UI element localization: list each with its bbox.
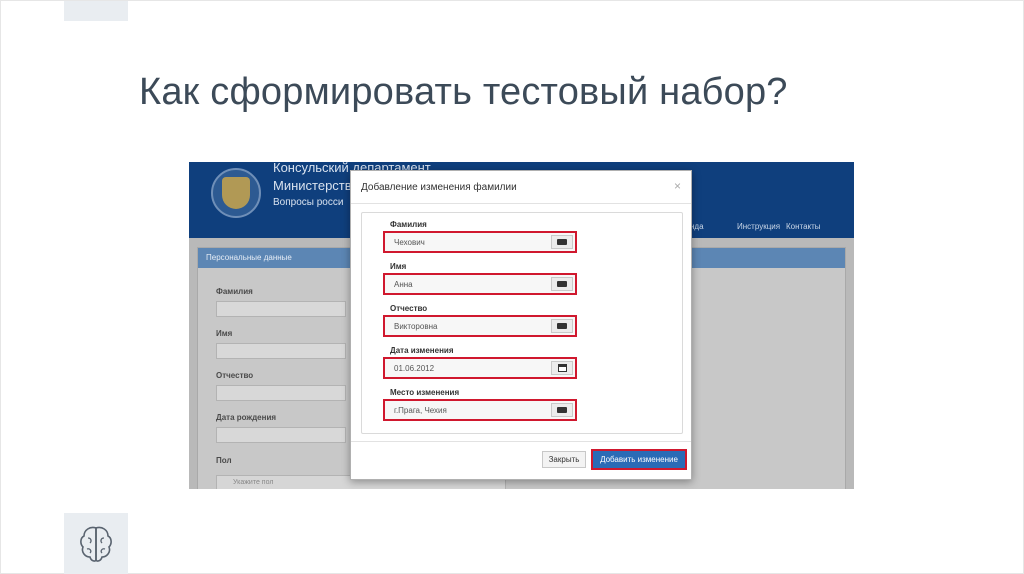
nav-item-partial[interactable]: нда <box>690 222 704 231</box>
dialog-form: Фамилия Чехович Имя Анна Отчество Виктор… <box>361 212 683 434</box>
name-value: Анна <box>394 280 413 289</box>
change-date-field[interactable]: 01.06.2012 <box>383 357 577 379</box>
dialog-title: Добавление изменения фамилии <box>361 182 517 193</box>
site-header-line-2: Министерств <box>273 178 352 193</box>
state-emblem-icon <box>211 168 261 218</box>
change-place-value: г.Прага, Чехия <box>394 406 447 415</box>
name-field[interactable]: Анна <box>383 273 577 295</box>
change-date-value: 01.06.2012 <box>394 364 435 373</box>
change-place-field[interactable]: г.Прага, Чехия <box>383 399 577 421</box>
dialog-header: Добавление изменения фамилии × <box>351 171 691 204</box>
field-label-patronymic: Отчество <box>390 304 428 313</box>
bg-patronymic-field[interactable] <box>216 385 346 401</box>
calendar-icon[interactable] <box>551 361 573 375</box>
nav-item-contacts[interactable]: Контакты <box>786 222 821 231</box>
keyboard-icon[interactable] <box>551 403 573 417</box>
site-header-line-3: Вопросы росси <box>273 197 344 208</box>
top-decoration-tab <box>64 1 128 21</box>
add-change-button[interactable]: Добавить изменение <box>591 449 687 470</box>
bg-label-birthdate: Дата рождения <box>216 413 277 422</box>
bg-label-name: Имя <box>216 329 233 338</box>
bg-label-surname: Фамилия <box>216 287 253 296</box>
dialog-footer: Закрыть Добавить изменение <box>351 441 691 481</box>
bg-surname-field[interactable] <box>216 301 346 317</box>
field-label-name: Имя <box>390 262 407 271</box>
surname-field[interactable]: Чехович <box>383 231 577 253</box>
keyboard-icon[interactable] <box>551 319 573 333</box>
bg-birthdate-field[interactable] <box>216 427 346 443</box>
brain-icon <box>78 524 114 564</box>
keyboard-icon[interactable] <box>551 235 573 249</box>
bg-label-patronymic: Отчество <box>216 371 254 380</box>
bg-name-field[interactable] <box>216 343 346 359</box>
bg-label-gender: Пол <box>216 456 232 465</box>
embedded-screenshot: Консульский департамент Министерств Вопр… <box>189 162 854 489</box>
close-button[interactable]: Закрыть <box>542 451 586 468</box>
surname-value: Чехович <box>394 238 425 247</box>
nav-item-instructions[interactable]: Инструкция <box>737 222 780 231</box>
patronymic-field[interactable]: Викторовна <box>383 315 577 337</box>
patronymic-value: Викторовна <box>394 322 438 331</box>
field-label-change-place: Место изменения <box>390 388 460 397</box>
field-label-change-date: Дата изменения <box>390 346 454 355</box>
slide-title: Как сформировать тестовый набор? <box>139 71 788 113</box>
field-label-surname: Фамилия <box>390 220 427 229</box>
slide: Как сформировать тестовый набор? Консуль… <box>0 0 1024 574</box>
panel-title: Персональные данные <box>206 253 292 262</box>
add-surname-change-dialog: Добавление изменения фамилии × Фамилия Ч… <box>350 170 692 480</box>
keyboard-icon[interactable] <box>551 277 573 291</box>
bottom-decoration-tab <box>64 513 128 574</box>
close-icon[interactable]: × <box>674 180 681 192</box>
